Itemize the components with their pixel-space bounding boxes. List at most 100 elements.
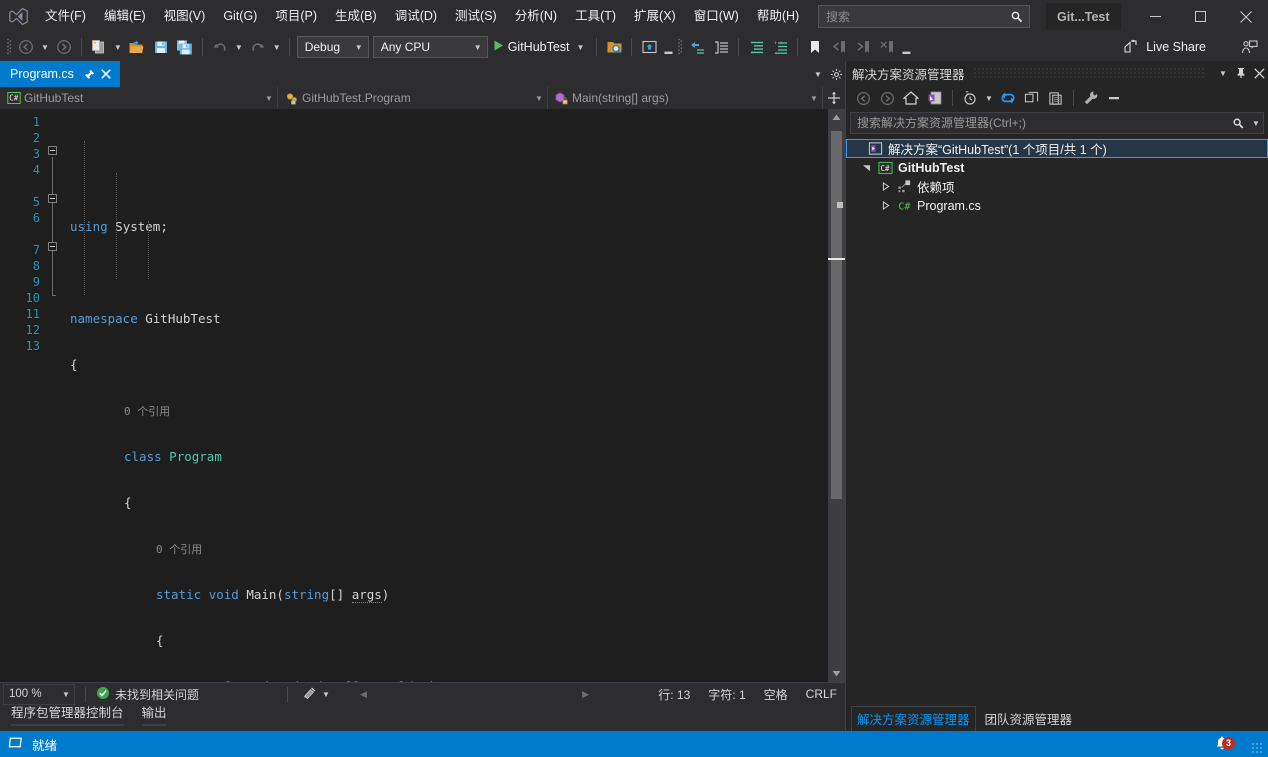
step-over-button[interactable] (709, 35, 733, 59)
menu-view[interactable]: 视图(V) (155, 0, 215, 33)
menu-debug[interactable]: 调试(D) (386, 0, 446, 33)
editor-vertical-scrollbar[interactable] (828, 109, 845, 682)
tree-item-solution[interactable]: 解决方案“GitHubTest”(1 个项目/共 1 个) (846, 139, 1268, 158)
tab-program-cs[interactable]: Program.cs (0, 61, 120, 87)
chevron-down-icon[interactable]: ▼ (982, 86, 996, 110)
navbar-project-dropdown[interactable]: C# GitHubTest ▼ (0, 87, 278, 109)
solution-explorer-search[interactable]: ▼ (850, 112, 1264, 134)
tree-item-dependencies[interactable]: 依赖项 (846, 177, 1268, 196)
next-bookmark-button[interactable] (851, 35, 875, 59)
preview-selected-items-icon[interactable] (1103, 87, 1127, 109)
navbar-type-dropdown[interactable]: GitHubTest.Program ▼ (278, 87, 548, 109)
resize-grip[interactable] (1251, 742, 1263, 754)
scrollbar-thumb[interactable] (831, 131, 842, 499)
pin-icon[interactable] (1232, 61, 1250, 85)
comment-button[interactable]: '' (768, 35, 792, 59)
drag-handle[interactable] (972, 67, 1206, 79)
tab-team-explorer[interactable]: 团队资源管理器 (980, 707, 1078, 732)
scroll-up-icon[interactable] (828, 109, 845, 126)
close-icon[interactable] (98, 69, 114, 79)
collapse-class-icon[interactable] (48, 194, 57, 203)
tree-expander-collapsed[interactable] (876, 201, 894, 210)
save-all-button[interactable] (173, 35, 197, 59)
close-icon[interactable] (1250, 61, 1268, 85)
send-feedback-button[interactable] (1235, 35, 1264, 59)
issue-status[interactable]: 未找到相关问题 (96, 686, 199, 703)
show-all-files-icon[interactable] (1044, 87, 1068, 109)
new-file-dropdown-icon[interactable]: ▼ (111, 35, 125, 59)
solution-platform-combo[interactable]: Any CPU ▼ (372, 36, 488, 58)
toolbar-overflow-icon[interactable]: ▬ (899, 35, 913, 59)
menu-git[interactable]: Git(G) (214, 0, 266, 33)
home-icon[interactable] (899, 87, 923, 109)
redo-button[interactable] (246, 35, 270, 59)
new-file-button[interactable] (87, 35, 111, 59)
menu-extensions[interactable]: 扩展(X) (625, 0, 685, 33)
toolbar-grip[interactable] (4, 38, 14, 56)
solution-tree[interactable]: 解决方案“GitHubTest”(1 个项目/共 1 个) C# GitHubT… (846, 137, 1268, 707)
code-text[interactable]: using System; namespace GitHubTest { 0 个… (62, 109, 828, 682)
global-search-input[interactable] (819, 9, 1005, 24)
tree-expander-collapsed[interactable] (876, 182, 894, 191)
gear-icon[interactable] (827, 61, 845, 87)
menu-analyze[interactable]: 分析(N) (506, 0, 566, 33)
menu-help[interactable]: 帮助(H) (748, 0, 808, 33)
undo-button[interactable] (208, 35, 232, 59)
navigate-back-icon[interactable] (851, 87, 875, 109)
step-into-button[interactable] (685, 35, 709, 59)
code-editor[interactable]: 1 2 3 4 5 6 7 8 9 10 11 12 13 using Syst… (0, 109, 845, 682)
code-surface[interactable]: 1 2 3 4 5 6 7 8 9 10 11 12 13 using Syst… (0, 109, 845, 682)
redo-dropdown-icon[interactable]: ▼ (270, 35, 284, 59)
snapshot-overflow-icon[interactable]: ▬ (661, 35, 675, 59)
split-view-icon[interactable] (823, 87, 845, 109)
tree-item-program-cs[interactable]: C# Program.cs (846, 196, 1268, 215)
toolbar-grip-2[interactable] (675, 38, 685, 56)
indent-button[interactable] (744, 35, 768, 59)
tree-expander-expanded[interactable] (857, 163, 875, 172)
navigate-forward-icon[interactable] (875, 87, 899, 109)
previous-bookmark-button[interactable] (827, 35, 851, 59)
global-search-box[interactable] (818, 5, 1030, 28)
collapse-method-icon[interactable] (48, 242, 57, 251)
maximize-button[interactable] (1178, 0, 1223, 33)
collapse-all-icon[interactable] (1020, 87, 1044, 109)
menu-file[interactable]: 文件(F) (36, 0, 95, 33)
close-button[interactable] (1223, 0, 1268, 33)
menu-build[interactable]: 生成(B) (326, 0, 386, 33)
navigate-back-button[interactable] (14, 35, 38, 59)
menu-edit[interactable]: 编辑(E) (95, 0, 155, 33)
chevron-down-icon[interactable]: ▼ (1214, 61, 1232, 85)
clear-bookmarks-button[interactable] (875, 35, 899, 59)
start-debugging-button[interactable]: GitHubTest ▼ (490, 35, 592, 59)
solution-explorer-search-input[interactable] (851, 116, 1227, 130)
chevron-down-icon[interactable]: ▼ (1249, 119, 1263, 128)
zoom-level-combo[interactable]: 100 % ▼ (3, 683, 75, 705)
properties-icon[interactable] (1079, 87, 1103, 109)
open-file-button[interactable] (125, 35, 149, 59)
scroll-down-icon[interactable] (828, 665, 845, 682)
line-ending[interactable]: CRLF (806, 687, 837, 701)
menu-test[interactable]: 测试(S) (446, 0, 506, 33)
previous-issue-button[interactable]: ◀ (360, 689, 367, 700)
navbar-member-dropdown[interactable]: Main(string[] args) ▼ (548, 87, 823, 109)
toggle-bookmark-button[interactable] (803, 35, 827, 59)
navigate-back-dropdown-icon[interactable]: ▼ (38, 35, 52, 59)
tab-solution-explorer[interactable]: 解决方案资源管理器 (851, 706, 976, 732)
next-issue-button[interactable]: ▶ (582, 689, 589, 700)
solution-configuration-combo[interactable]: Debug ▼ (296, 36, 369, 58)
navigate-forward-button[interactable] (52, 35, 76, 59)
indent-mode[interactable]: 空格 (764, 686, 788, 703)
collapse-namespace-icon[interactable] (48, 146, 57, 155)
notification-bell[interactable]: 3 (1214, 735, 1235, 754)
menu-window[interactable]: 窗口(W) (685, 0, 748, 33)
menu-project[interactable]: 项目(P) (266, 0, 326, 33)
tab-list-icon[interactable]: ▼ (809, 61, 827, 87)
menu-tools[interactable]: 工具(T) (566, 0, 625, 33)
live-share-button[interactable]: Live Share (1110, 35, 1212, 59)
codelens-method[interactable]: 0 个引用 (62, 541, 828, 557)
chevron-down-icon[interactable]: ▼ (574, 35, 588, 59)
pin-icon[interactable] (82, 69, 98, 80)
refresh-icon[interactable] (996, 87, 1020, 109)
chevron-down-icon[interactable]: ▼ (322, 690, 330, 699)
save-button[interactable] (149, 35, 173, 59)
